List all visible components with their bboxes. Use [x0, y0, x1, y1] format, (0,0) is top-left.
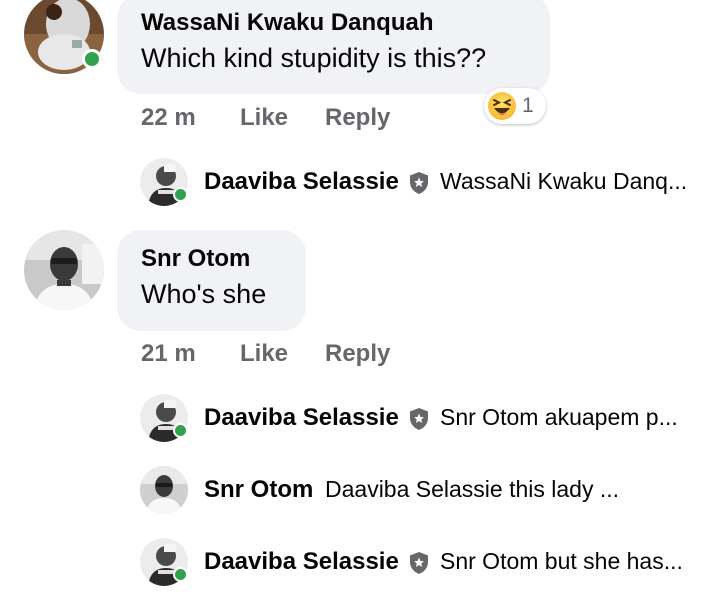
comment-bubble[interactable]: Snr Otom Who's she: [117, 230, 306, 331]
reply-preview-text: Daaviba Selassie this lady ...: [325, 476, 620, 502]
reaction-count: 1: [522, 94, 534, 117]
comment-bubble[interactable]: WassaNi Kwaku Danquah Which kind stupidi…: [117, 0, 550, 94]
reply-author[interactable]: Daaviba Selassie: [204, 404, 399, 432]
reply-preview[interactable]: Snr Otom Daaviba Selassie this lady ...: [140, 466, 700, 516]
shield-star-icon: [410, 172, 428, 194]
shield-star-icon: [410, 552, 428, 574]
online-status-indicator: [82, 49, 102, 69]
reply-preview-text: WassaNi Kwaku Danq...: [440, 168, 688, 194]
reply-preview-text: Snr Otom akuapem p...: [440, 404, 678, 430]
reply-author[interactable]: Snr Otom: [204, 476, 313, 504]
like-button[interactable]: Like: [240, 104, 288, 132]
like-button[interactable]: Like: [240, 340, 288, 368]
online-status-indicator: [173, 567, 188, 582]
shield-star-icon: [410, 408, 428, 430]
reply-preview[interactable]: Daaviba Selassie WassaNi Kwaku Danq...: [140, 158, 700, 208]
reply-preview[interactable]: Daaviba Selassie Snr Otom akuapem p...: [140, 394, 700, 444]
reply-button[interactable]: Reply: [325, 104, 390, 132]
reply-button[interactable]: Reply: [325, 340, 390, 368]
comment-time: 21 m: [141, 340, 196, 367]
reply-preview[interactable]: Daaviba Selassie Snr Otom but she has...: [140, 538, 700, 588]
reply-preview-text: Snr Otom but she has...: [440, 548, 683, 574]
reaction-summary[interactable]: 1: [484, 88, 546, 124]
laughing-emoji-icon: [488, 92, 516, 120]
reply-author-avatar: [140, 466, 188, 514]
comment-author[interactable]: WassaNi Kwaku Danquah: [141, 8, 550, 38]
comment-text: Which kind stupidity is this??: [141, 43, 487, 73]
comment-time: 22 m: [141, 104, 196, 131]
comment-author[interactable]: Snr Otom: [141, 244, 306, 274]
online-status-indicator: [173, 423, 188, 438]
reply-author[interactable]: Daaviba Selassie: [204, 168, 399, 196]
commenter-avatar[interactable]: [24, 230, 104, 310]
reply-author[interactable]: Daaviba Selassie: [204, 548, 399, 576]
online-status-indicator: [173, 187, 188, 202]
comment-text: Who's she: [141, 279, 267, 309]
